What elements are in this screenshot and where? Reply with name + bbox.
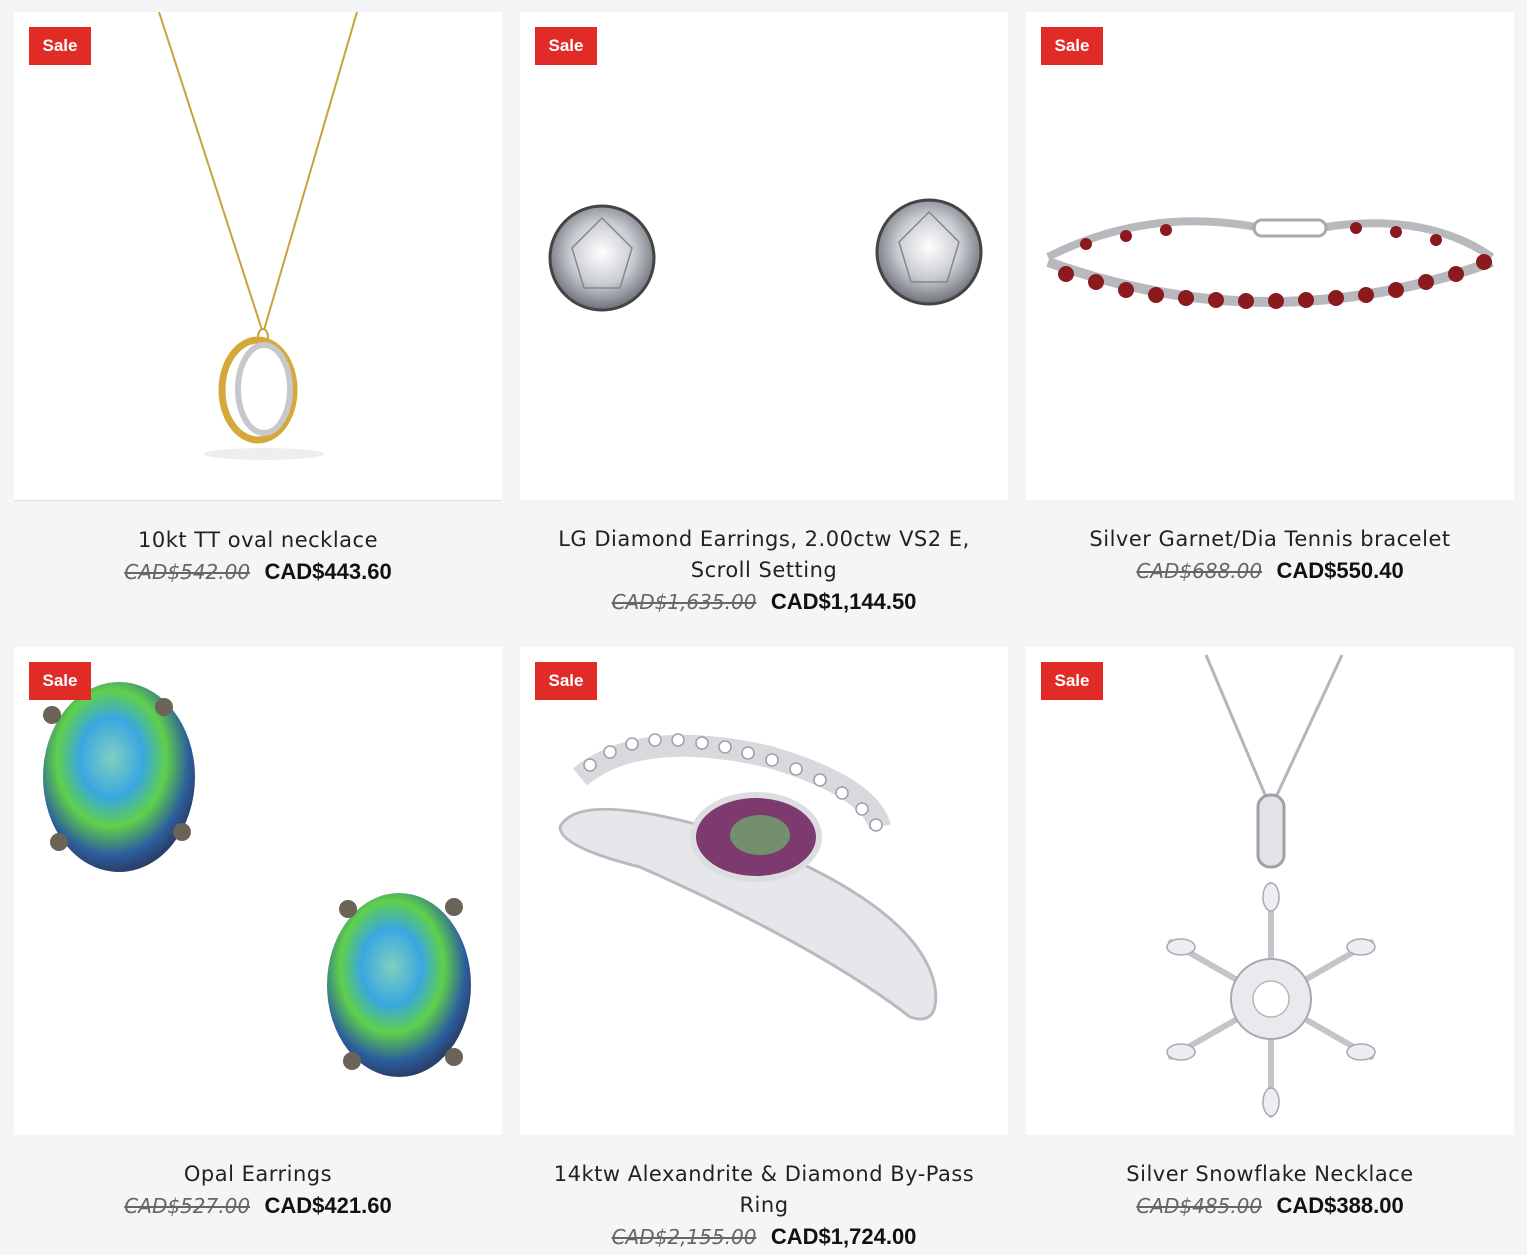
product-image-link[interactable]: Sale xyxy=(1026,12,1514,500)
product-title[interactable]: 10kt TT oval necklace xyxy=(24,525,492,556)
product-card[interactable]: Sale 10kt TT oval necklace CAD$542.00 CA… xyxy=(14,12,502,590)
product-title[interactable]: Silver Garnet/Dia Tennis bracelet xyxy=(1036,524,1504,555)
product-card[interactable]: Sale LG Diamond Earrings, 2.00ctw VS2 E,… xyxy=(520,12,1008,620)
original-price: CAD$1,635.00 xyxy=(611,590,757,614)
product-card[interactable]: Sale Silver Garnet/Dia Tennis bracelet C… xyxy=(1026,12,1514,589)
sale-badge: Sale xyxy=(29,27,91,65)
necklace-oval-image xyxy=(158,12,358,460)
product-card[interactable]: Sale Silver Snowflake Necklace CAD$485.0… xyxy=(1026,647,1514,1224)
product-image-link[interactable]: Sale xyxy=(520,12,1008,500)
sale-price: CAD$421.60 xyxy=(264,1193,392,1218)
product-title[interactable]: Silver Snowflake Necklace xyxy=(1036,1159,1504,1190)
original-price: CAD$688.00 xyxy=(1136,559,1263,583)
product-image-link[interactable]: Sale xyxy=(14,647,502,1135)
diamond-earrings-image xyxy=(548,198,983,312)
sale-badge: Sale xyxy=(535,27,597,65)
original-price: CAD$527.00 xyxy=(124,1194,251,1218)
opal-earrings-image xyxy=(43,682,471,1077)
sale-badge: Sale xyxy=(1041,662,1103,700)
product-card[interactable]: Sale Opal Earrings CAD$527.00 CAD$421.60 xyxy=(14,647,502,1224)
product-grid: Sale 10kt TT oval necklace CAD$542.00 CA… xyxy=(0,0,1527,1249)
bypass-ring-image xyxy=(558,733,938,1021)
original-price: CAD$485.00 xyxy=(1136,1194,1263,1218)
snowflake-necklace-image xyxy=(1166,654,1376,1118)
original-price: CAD$542.00 xyxy=(124,560,251,584)
product-image-link[interactable]: Sale xyxy=(1026,647,1514,1135)
sale-badge: Sale xyxy=(29,662,91,700)
sale-price: CAD$1,144.50 xyxy=(770,589,917,614)
sale-badge: Sale xyxy=(1041,27,1103,65)
product-title[interactable]: LG Diamond Earrings, 2.00ctw VS2 E, Scro… xyxy=(530,524,998,586)
product-title[interactable]: 14ktw Alexandrite & Diamond By-Pass Ring xyxy=(530,1159,998,1221)
product-image-link[interactable]: Sale xyxy=(520,647,1008,1135)
product-title[interactable]: Opal Earrings xyxy=(24,1159,492,1190)
sale-badge: Sale xyxy=(535,662,597,700)
sale-price: CAD$388.00 xyxy=(1276,1193,1404,1218)
sale-price: CAD$443.60 xyxy=(264,559,392,584)
sale-price: CAD$550.40 xyxy=(1276,558,1404,583)
sale-price: CAD$1,724.00 xyxy=(770,1224,917,1249)
tennis-bracelet-image xyxy=(1046,217,1495,309)
original-price: CAD$2,155.00 xyxy=(611,1225,757,1249)
product-card[interactable]: Sale 14ktw Alexandrite & Diamond By-Pass… xyxy=(520,647,1008,1255)
product-image-link[interactable]: Sale xyxy=(14,12,502,501)
